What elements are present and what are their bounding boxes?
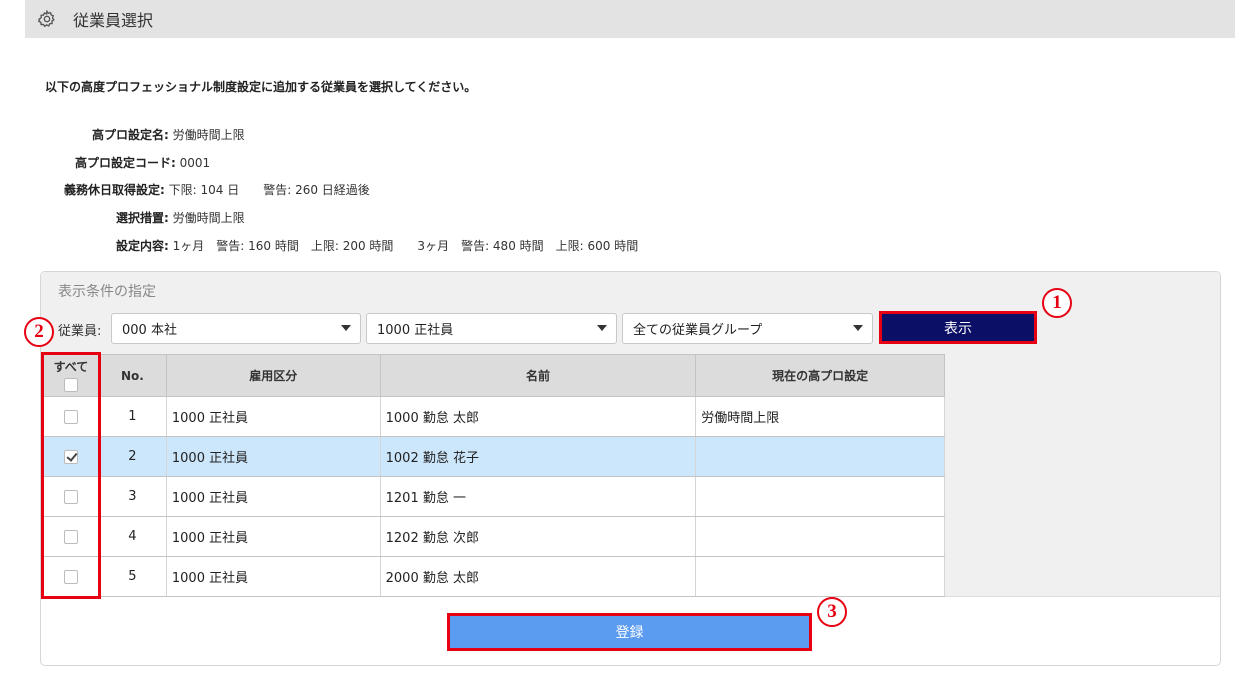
callout-marker-3: 3: [817, 597, 847, 627]
callout-marker-2: 2: [24, 317, 54, 347]
employee-group-select[interactable]: 全ての従業員グループ: [622, 313, 873, 344]
row-current-setting: [695, 516, 945, 557]
info-value: 1ヶ月 警告: 160 時間 上限: 200 時間 3ヶ月 警告: 480 時間…: [172, 239, 639, 253]
row-employment-type: 1000 正社員: [165, 516, 381, 557]
row-checkbox[interactable]: [63, 449, 78, 464]
info-row-measure: 選択措置: 労働時間上限: [116, 209, 245, 226]
row-employment-type: 1000 正社員: [165, 436, 381, 477]
info-row-setting-code: 高プロ設定コード: 0001: [75, 154, 210, 171]
row-no: 1: [97, 396, 167, 437]
row-checkbox[interactable]: [63, 529, 78, 544]
callout-marker-1: 1: [1042, 288, 1072, 318]
instruction-text: 以下の高度プロフェッショナル制度設定に追加する従業員を選択してください。: [45, 80, 477, 94]
info-value: 労働時間上限: [172, 128, 245, 142]
register-button[interactable]: 登録: [447, 613, 812, 651]
row-no: 5: [97, 556, 167, 597]
column-header-current-setting: 現在の高プロ設定: [695, 354, 945, 397]
table-row[interactable]: 1 1000 正社員 1000 勤怠 太郎 労働時間上限: [43, 396, 945, 437]
table-row[interactable]: 4 1000 正社員 1202 勤怠 次郎: [43, 516, 945, 557]
table-header-row: すべて No. 雇用区分 名前 現在の高プロ設定: [43, 354, 945, 397]
info-label: 高プロ設定コード:: [75, 156, 176, 170]
page-title: 従業員選択: [73, 11, 154, 30]
employee-group-select-value: 全ての従業員グループ: [633, 323, 763, 338]
employment-type-select-value: 1000 正社員: [377, 323, 454, 338]
filter-panel-title: 表示条件の指定: [58, 284, 156, 300]
info-row-holiday-setting: 義務休日取得設定: 下限: 104 日 警告: 260 日経過後: [64, 181, 370, 198]
row-name: 1202 勤怠 次郎: [379, 516, 697, 557]
column-header-employment-type: 雇用区分: [165, 354, 381, 397]
row-no: 2: [97, 436, 167, 477]
chevron-down-icon: [597, 325, 607, 331]
info-value: 下限: 104 日 警告: 260 日経過後: [168, 183, 370, 197]
info-row-contents: 設定内容: 1ヶ月 警告: 160 時間 上限: 200 時間 3ヶ月 警告: …: [116, 237, 638, 254]
employee-filter-label: 従業員:: [58, 324, 102, 339]
row-name: 2000 勤怠 太郎: [379, 556, 697, 597]
row-checkbox[interactable]: [63, 409, 78, 424]
row-checkbox[interactable]: [63, 569, 78, 584]
info-label: 義務休日取得設定:: [64, 183, 165, 197]
company-select-value: 000 本社: [122, 323, 177, 338]
row-current-setting: [695, 556, 945, 597]
employee-table: すべて No. 雇用区分 名前 現在の高プロ設定 1 1000 正社員 1000…: [43, 354, 945, 597]
table-row[interactable]: 2 1000 正社員 1002 勤怠 花子: [43, 436, 945, 477]
row-employment-type: 1000 正社員: [165, 476, 381, 517]
chevron-down-icon: [853, 325, 863, 331]
info-value: 労働時間上限: [172, 211, 245, 225]
select-all-checkbox[interactable]: [63, 377, 78, 392]
info-value: 0001: [179, 156, 211, 170]
row-employment-type: 1000 正社員: [165, 556, 381, 597]
row-name: 1000 勤怠 太郎: [379, 396, 697, 437]
row-name: 1201 勤怠 一: [379, 476, 697, 517]
show-button[interactable]: 表示: [879, 311, 1037, 344]
table-row[interactable]: 3 1000 正社員 1201 勤怠 一: [43, 476, 945, 517]
employment-type-select[interactable]: 1000 正社員: [366, 313, 617, 344]
column-header-no: No.: [97, 354, 167, 397]
row-current-setting: [695, 476, 945, 517]
table-row[interactable]: 5 1000 正社員 2000 勤怠 太郎: [43, 556, 945, 597]
company-select[interactable]: 000 本社: [111, 313, 361, 344]
chevron-down-icon: [341, 325, 351, 331]
row-current-setting: 労働時間上限: [695, 396, 945, 437]
row-no: 4: [97, 516, 167, 557]
row-checkbox[interactable]: [63, 489, 78, 504]
gear-icon: [37, 9, 55, 28]
info-label: 高プロ設定名:: [92, 128, 169, 142]
select-all-header: すべて: [43, 354, 99, 397]
row-no: 3: [97, 476, 167, 517]
column-header-name: 名前: [379, 354, 697, 397]
row-current-setting: [695, 436, 945, 477]
title-bar: 従業員選択: [25, 0, 1235, 38]
info-label: 設定内容:: [116, 239, 169, 253]
info-label: 選択措置:: [116, 211, 169, 225]
row-employment-type: 1000 正社員: [165, 396, 381, 437]
filter-panel: 表示条件の指定 従業員: 000 本社 1000 正社員 全ての従業員グループ …: [40, 271, 1221, 666]
info-row-setting-name: 高プロ設定名: 労働時間上限: [92, 126, 245, 143]
row-name: 1002 勤怠 花子: [379, 436, 697, 477]
select-all-label: すべて: [53, 359, 89, 374]
